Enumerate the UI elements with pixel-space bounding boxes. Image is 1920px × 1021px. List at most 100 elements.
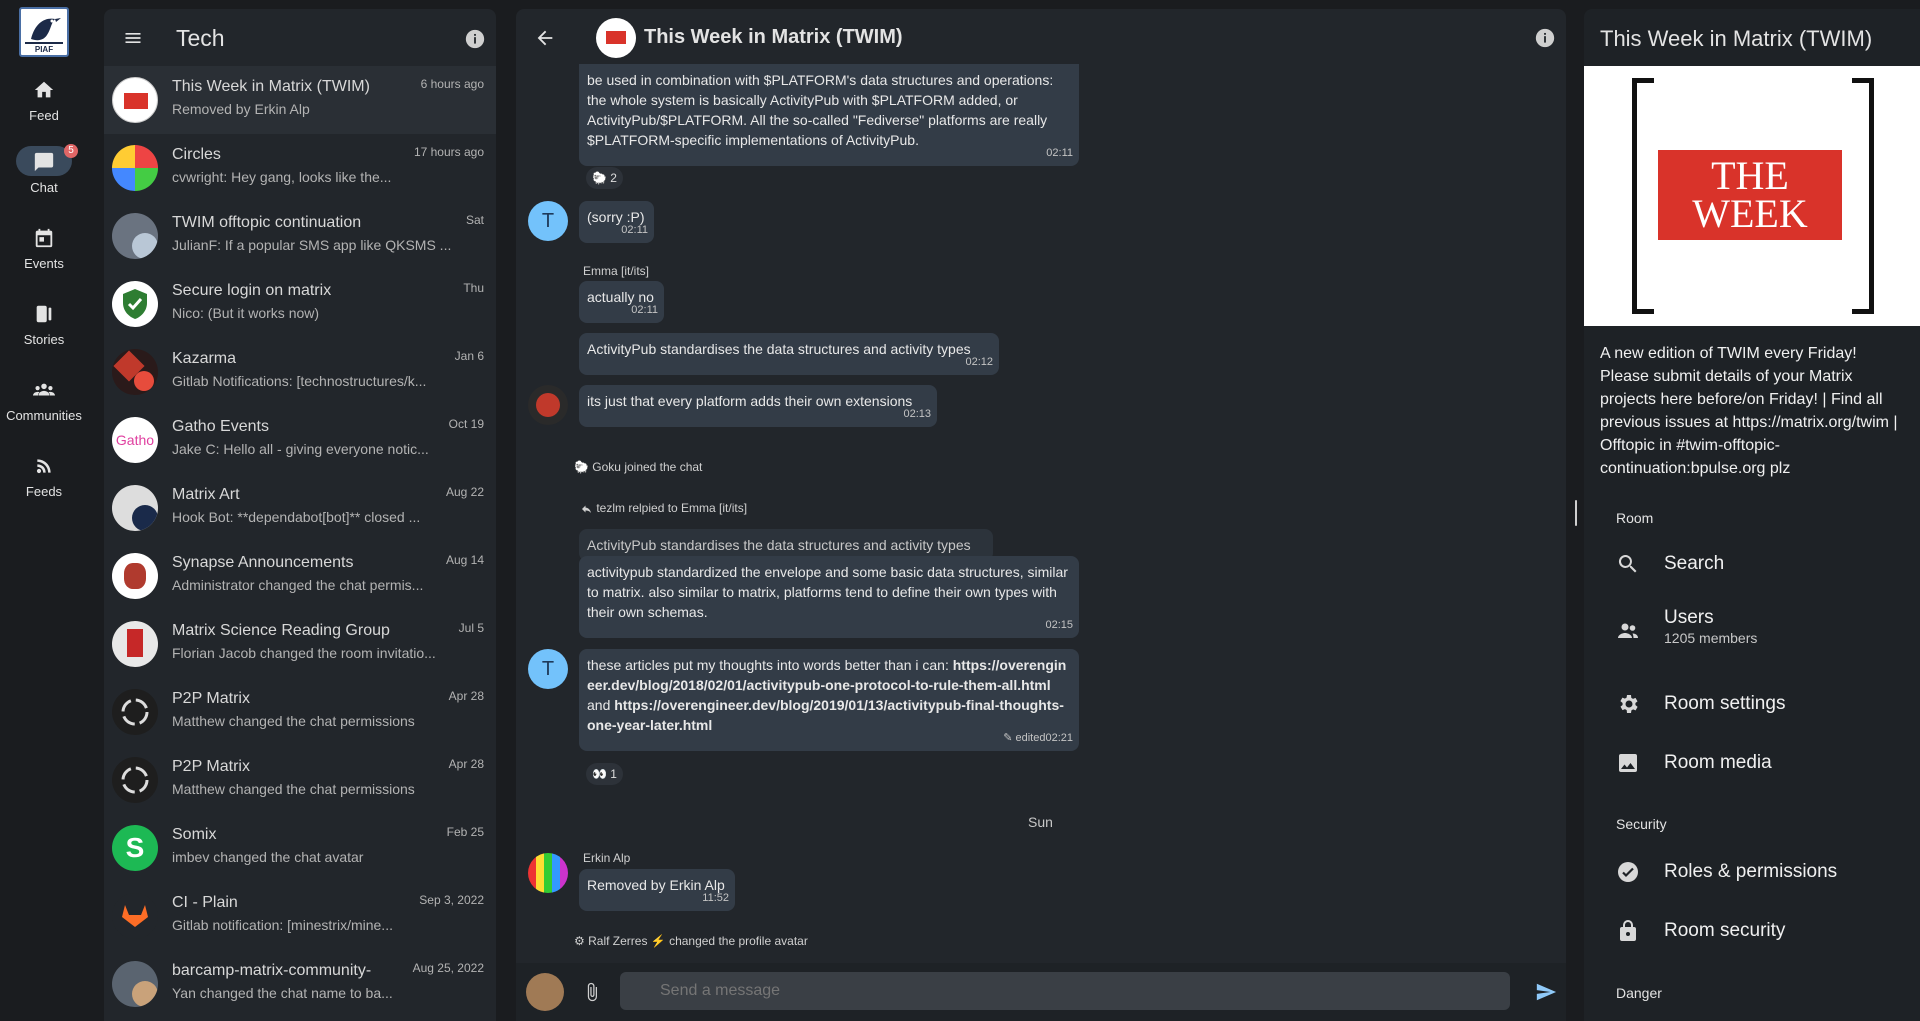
- room-row[interactable]: Secure login on matrix Nico: (But it wor…: [104, 270, 496, 338]
- reaction-count: 2: [610, 171, 617, 185]
- room-avatar: [112, 281, 158, 327]
- room-row[interactable]: Matrix Science Reading Group Florian Jac…: [104, 610, 496, 678]
- room-row[interactable]: P2P Matrix Matthew changed the chat perm…: [104, 746, 496, 814]
- message-bubble[interactable]: these articles put my thoughts into word…: [579, 649, 1079, 751]
- room-name: TWIM offtopic continuation: [172, 214, 362, 231]
- nav-communities[interactable]: Communities: [0, 374, 88, 423]
- room-time: Apr 28: [448, 689, 484, 703]
- room-time: Aug 14: [445, 553, 484, 567]
- room-name: P2P Matrix: [172, 758, 250, 775]
- room-list-header: Tech: [104, 9, 496, 66]
- message-bubble[interactable]: activitypub standardized the envelope an…: [579, 556, 1079, 638]
- message-bubble[interactable]: actually no 02:11: [579, 281, 664, 323]
- reply-header-text: tezlm relpied to Emma [it/its]: [596, 501, 748, 515]
- room-image[interactable]: THE WEEK: [1584, 66, 1920, 326]
- reaction-chip[interactable]: 👀 1: [586, 763, 623, 785]
- room-row[interactable]: Gatho Gatho Events Jake C: Hello all - g…: [104, 406, 496, 474]
- system-event-text: Ralf Zerres ⚡ changed the profile avatar: [588, 934, 808, 948]
- system-event: 🐑 Goku joined the chat: [574, 460, 702, 474]
- nav-events-label: Events: [24, 256, 64, 271]
- chat-badge: 5: [64, 144, 78, 158]
- chat-title: This Week in Matrix (TWIM): [644, 26, 903, 48]
- room-row[interactable]: P2P Matrix Matthew changed the chat perm…: [104, 678, 496, 746]
- section-security: Security: [1616, 816, 1667, 832]
- roles-label: Roles & permissions: [1664, 861, 1838, 882]
- nav-feed[interactable]: Feed: [0, 74, 88, 123]
- room-row[interactable]: Kazarma Gitlab Notifications: [technostr…: [104, 338, 496, 406]
- room-row[interactable]: Circles cvwright: Hey gang, looks like t…: [104, 134, 496, 202]
- user-avatar[interactable]: T: [528, 201, 568, 241]
- room-security-item[interactable]: Room security: [1616, 906, 1916, 956]
- reaction-count: 1: [610, 767, 617, 781]
- message-bubble[interactable]: (sorry :P) 02:11: [579, 201, 654, 243]
- join-icon: 🐑: [574, 460, 589, 474]
- members-count: 1205 members: [1664, 630, 1758, 646]
- edit-pencil-icon: ✎: [1003, 732, 1013, 744]
- room-name: barcamp-matrix-community-: [172, 962, 372, 979]
- room-row[interactable]: CI - Plain Gitlab notification: [minestr…: [104, 882, 496, 950]
- menu-icon[interactable]: [122, 28, 144, 48]
- users-item[interactable]: Users 1205 members: [1616, 599, 1916, 663]
- message-input[interactable]: [620, 972, 1510, 1010]
- message-time: 02:12: [965, 356, 993, 368]
- room-row[interactable]: TWIM offtopic continuation JulianF: If a…: [104, 202, 496, 270]
- room-time: Apr 28: [448, 757, 484, 771]
- message-sender[interactable]: Emma [it/its]: [583, 264, 649, 278]
- room-avatar: [112, 689, 158, 735]
- send-icon[interactable]: [1534, 981, 1558, 1003]
- chat-header: This Week in Matrix (TWIM): [516, 9, 1566, 66]
- room-row[interactable]: S Somix imbev changed the chat avatar Fe…: [104, 814, 496, 882]
- reaction-emoji-icon: 🐑: [592, 171, 607, 185]
- nav-chat[interactable]: 5 Chat: [0, 144, 88, 195]
- message-text: ActivityPub standardises the data struct…: [587, 341, 971, 357]
- room-row[interactable]: Synapse Announcements Administrator chan…: [104, 542, 496, 610]
- user-avatar[interactable]: [528, 853, 568, 893]
- message-time-value: 02:21: [1045, 732, 1073, 744]
- attach-icon[interactable]: [582, 981, 602, 1003]
- nav-feeds[interactable]: Feeds: [0, 450, 88, 499]
- day-separator: Sun: [1028, 814, 1053, 830]
- room-list-panel: Tech This Week in Matrix (TWIM) Removed …: [104, 9, 496, 1021]
- room-description: A new edition of TWIM every Friday! Plea…: [1600, 345, 1898, 477]
- room-settings-item[interactable]: Room settings: [1616, 679, 1916, 729]
- message-bubble[interactable]: its just that every platform adds their …: [579, 385, 937, 427]
- back-arrow-icon[interactable]: [534, 27, 556, 49]
- message-time: 02:11: [621, 224, 648, 236]
- stories-icon: [16, 298, 72, 328]
- search-item[interactable]: Search: [1616, 539, 1916, 589]
- room-name: Matrix Art: [172, 486, 240, 503]
- message-sender[interactable]: Erkin Alp: [583, 851, 630, 865]
- room-row[interactable]: barcamp-matrix-community- Yan changed th…: [104, 950, 496, 1018]
- own-avatar[interactable]: [526, 973, 564, 1011]
- room-name: P2P Matrix: [172, 690, 250, 707]
- roles-item[interactable]: Roles & permissions: [1616, 847, 1916, 897]
- message-link[interactable]: https://overengineer.dev/blog/2019/01/13…: [587, 697, 1064, 733]
- resize-handle[interactable]: [1575, 500, 1577, 526]
- section-danger: Danger: [1616, 985, 1662, 1001]
- chat-panel: This Week in Matrix (TWIM) be used in co…: [516, 9, 1566, 1021]
- app-logo[interactable]: PIAF: [19, 7, 69, 57]
- room-row[interactable]: This Week in Matrix (TWIM) Removed by Er…: [104, 66, 496, 134]
- room-time: Feb 25: [446, 825, 484, 839]
- room-avatar: [112, 553, 158, 599]
- message-text: activitypub standardized the envelope an…: [587, 564, 1068, 620]
- room-time: 6 hours ago: [420, 77, 484, 91]
- room-info-icon[interactable]: [1534, 27, 1556, 49]
- room-preview: Jake C: Hello all - giving everyone noti…: [172, 441, 429, 457]
- user-avatar[interactable]: T: [528, 649, 568, 689]
- info-icon[interactable]: [464, 28, 486, 50]
- message-text: be used in combination with $PLATFORM's …: [587, 72, 1054, 148]
- room-media-item[interactable]: Room media: [1616, 738, 1916, 788]
- nav-events[interactable]: Events: [0, 222, 88, 271]
- reaction-chip[interactable]: 🐑 2: [586, 167, 623, 189]
- system-event: ⚙ Ralf Zerres ⚡ changed the profile avat…: [574, 934, 808, 948]
- room-row[interactable]: Matrix Art Hook Bot: **dependabot[bot]**…: [104, 474, 496, 542]
- user-avatar[interactable]: [528, 385, 568, 425]
- people-icon: [1618, 623, 1638, 638]
- p2p-icon: [121, 766, 149, 794]
- message-bubble[interactable]: Removed by Erkin Alp 11:52: [579, 869, 735, 911]
- nav-stories[interactable]: Stories: [0, 298, 88, 347]
- message-bubble[interactable]: ActivityPub standardises the data struct…: [579, 333, 999, 375]
- message-bubble[interactable]: be used in combination with $PLATFORM's …: [579, 64, 1079, 166]
- room-preview: Gitlab Notifications: [technostructures/…: [172, 373, 427, 389]
